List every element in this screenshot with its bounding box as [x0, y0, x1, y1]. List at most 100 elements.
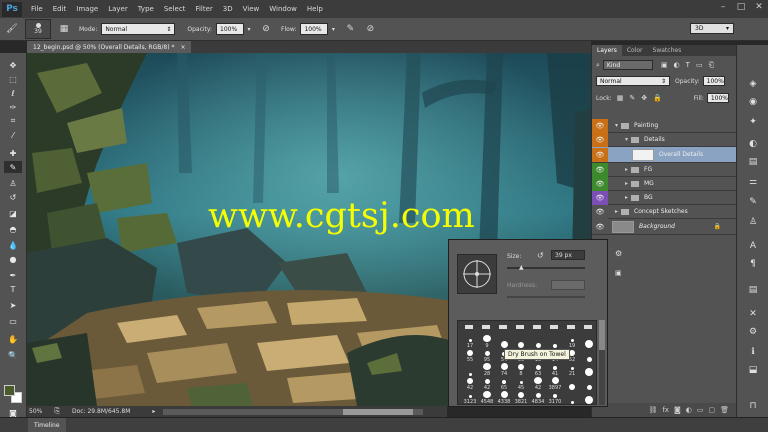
paragraph-dock-icon[interactable]: ¶ [744, 257, 762, 271]
layer-row[interactable]: 👁 Overall Details [592, 147, 737, 163]
filter-smart-icon[interactable]: ⎗ [709, 61, 715, 70]
tab-layers[interactable]: Layers [592, 45, 622, 56]
move-tool-icon[interactable]: ✥ [4, 59, 22, 71]
paint-bucket-tool-icon[interactable]: ◓ [4, 223, 22, 235]
brush-preset[interactable] [495, 335, 513, 349]
brush-preset[interactable] [580, 335, 596, 349]
brush-tip-small-icon[interactable] [584, 325, 592, 329]
new-preset-icon[interactable]: ▣ [615, 269, 622, 277]
export-icon[interactable]: ⎘ [54, 407, 60, 416]
brush-preset[interactable]: 28 [478, 363, 496, 377]
layer-row[interactable]: 👁 ▾ Painting [592, 118, 737, 133]
healing-brush-tool-icon[interactable]: ✚ [4, 147, 22, 159]
pen-tool-icon[interactable]: ✒ [4, 269, 22, 281]
brush-preset[interactable]: 4834 [529, 391, 547, 404]
visibility-eye-icon[interactable]: 👁 [592, 162, 608, 177]
brush-panel-toggle-icon[interactable]: ▦ [57, 22, 71, 36]
brush-preset[interactable]: 74 [495, 363, 513, 377]
brush-preset[interactable]: 3821 [512, 391, 530, 404]
crop-tool-icon[interactable]: ⌗ [4, 115, 22, 127]
brush-preset[interactable]: 55 [461, 349, 479, 363]
menu-view[interactable]: View [243, 5, 260, 13]
brush-preset[interactable] [563, 377, 581, 391]
lock-all-icon[interactable]: 🔒 [653, 94, 662, 102]
workspace-select[interactable]: 3D ▾ [690, 23, 734, 34]
history-dock-icon[interactable]: ▤ [744, 155, 762, 169]
brush-preset[interactable]: 9 [478, 335, 496, 349]
brush-dock-icon[interactable]: ✎ [744, 195, 762, 209]
type-tool-icon[interactable]: T [4, 283, 22, 295]
brush-grid-scrollbar[interactable] [599, 320, 605, 405]
chevron-right-icon[interactable]: ▸ [622, 194, 631, 201]
menu-window[interactable]: Window [269, 5, 297, 13]
brush-preset[interactable]: 3897 [546, 377, 564, 391]
brush-tip-small-icon[interactable] [465, 325, 473, 329]
reset-icon[interactable]: ↺ [537, 251, 544, 260]
dodge-tool-icon[interactable]: ● [4, 253, 22, 265]
lock-paint-icon[interactable]: ✎ [629, 94, 635, 102]
menu-3d[interactable]: 3D [223, 5, 233, 13]
document-info[interactable]: Doc: 29.8M/645.8M [72, 408, 130, 415]
visibility-eye-icon[interactable]: 👁 [592, 118, 608, 133]
pressure-size-icon[interactable]: ⊘ [363, 22, 377, 36]
timeline-tab[interactable]: Timeline [28, 418, 66, 432]
path-selection-tool-icon[interactable]: ➤ [4, 299, 22, 311]
brush-preset[interactable]: 8 [512, 363, 530, 377]
history-brush-tool-icon[interactable]: ↺ [4, 191, 22, 203]
add-mask-icon[interactable]: ◙ [674, 406, 681, 414]
layer-opacity-input[interactable]: 100% [702, 76, 725, 86]
tool-presets-dock-icon[interactable]: ✕ [744, 307, 762, 321]
visibility-eye-icon[interactable]: 👁 [592, 219, 608, 234]
brush-preset[interactable] [563, 391, 581, 404]
horizontal-scrollbar[interactable] [163, 408, 424, 415]
brush-size-input[interactable]: 39 px [551, 250, 585, 260]
chevron-right-icon[interactable]: ▸ [612, 208, 621, 215]
brush-tip-small-icon[interactable] [567, 325, 575, 329]
chevron-right-icon[interactable]: ▸ [622, 180, 631, 187]
paths-dock-icon[interactable]: ✦ [744, 115, 762, 129]
menu-filter[interactable]: Filter [195, 5, 212, 13]
brush-preset[interactable] [580, 377, 596, 391]
notes-dock-icon[interactable]: ▤ [744, 283, 762, 297]
brush-preset[interactable] [580, 391, 596, 404]
maximize-button[interactable]: □ [734, 2, 748, 12]
brush-tool-preset-icon[interactable]: 🖌 [5, 22, 19, 36]
slider-thumb-icon[interactable]: ▲ [519, 264, 524, 271]
menu-image[interactable]: Image [76, 5, 98, 13]
scrollbar-thumb[interactable] [343, 408, 414, 415]
brush-preset[interactable]: 42 [461, 377, 479, 391]
chevron-down-icon[interactable]: ▾ [245, 22, 253, 36]
eyedropper-tool-icon[interactable]: ⁄ [4, 129, 22, 141]
clone-stamp-tool-icon[interactable]: ♙ [4, 177, 22, 189]
visibility-eye-icon[interactable]: 👁 [592, 132, 608, 147]
new-layer-icon[interactable]: ▢ [708, 406, 715, 414]
brush-preset[interactable]: 3123 [461, 391, 479, 404]
lock-move-icon[interactable]: ✥ [641, 94, 647, 102]
tab-color[interactable]: Color [622, 45, 648, 56]
brush-preset[interactable] [580, 363, 596, 377]
brush-preset[interactable]: 95 [478, 349, 496, 363]
blend-mode-select[interactable]: Normal ⇕ [596, 76, 670, 86]
brush-preset[interactable]: 21 [563, 363, 581, 377]
brush-tool-icon[interactable]: ✎ [4, 161, 22, 173]
menu-type[interactable]: Type [138, 5, 154, 13]
navigator-dock-icon[interactable]: ⬓ [744, 363, 762, 377]
menu-help[interactable]: Help [307, 5, 323, 13]
hardness-input[interactable] [551, 280, 585, 290]
visibility-eye-icon[interactable]: 👁 [592, 190, 608, 205]
visibility-eye-icon[interactable]: 👁 [592, 176, 608, 191]
layer-row[interactable]: 👁 ▸ FG [592, 162, 737, 177]
brush-tip-small-icon[interactable] [499, 325, 507, 329]
chevron-right-icon[interactable]: ▸ [622, 166, 631, 173]
close-icon[interactable]: × [180, 44, 185, 51]
brush-tip-small-icon[interactable] [550, 325, 558, 329]
menu-file[interactable]: File [31, 5, 43, 13]
lasso-tool-icon[interactable]: ℓ [4, 87, 22, 99]
tab-swatches[interactable]: Swatches [648, 45, 687, 56]
sliders-dock-icon[interactable]: ⚌ [744, 175, 762, 189]
layer-row[interactable]: 👁 ▾ Details [592, 132, 737, 147]
brush-tip-small-icon[interactable] [533, 325, 541, 329]
document-tab[interactable]: 12_begin.psd @ 50% (Overall Details, RGB… [27, 41, 192, 53]
airbrush-icon[interactable]: ✎ [343, 22, 357, 36]
properties-dock-icon[interactable]: ⚙ [744, 325, 762, 339]
